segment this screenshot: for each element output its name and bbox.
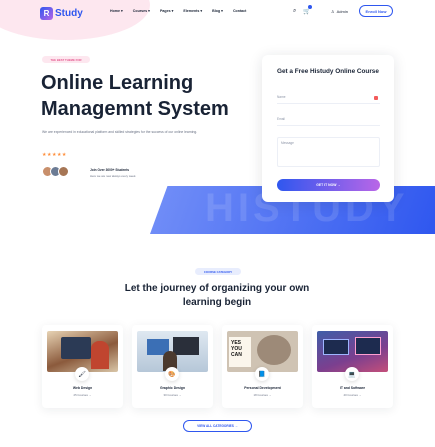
required-icon [374,96,378,100]
category-card[interactable]: 🖌 Web Design 25 Courses → [42,325,123,408]
hero-title: Online Learning Managemnt System [41,72,229,120]
category-image [317,331,388,372]
category-image: YES YOU CAN [227,331,298,372]
category-card[interactable]: 🎨 Graphic Design 30 Courses → [132,325,213,408]
nav-item-blog[interactable]: Blog ▾ [212,9,223,13]
nav-item-elements[interactable]: Elements ▾ [183,9,202,13]
nav-item-contact[interactable]: Contact [233,9,246,13]
enroll-now-button[interactable]: Enroll Now [359,5,393,17]
category-name: Graphic Design [159,386,186,390]
category-count: 40 Courses → [343,393,362,397]
category-image [47,331,118,372]
category-card[interactable]: 💻 IT and Software 40 Courses → [312,325,393,408]
message-placeholder: Message [281,141,294,145]
join-title: Join Over 3000+ Students [90,168,130,172]
category-title: Let the journey of organizing your own l… [124,283,310,308]
name-placeholder: Name [277,95,286,99]
hero-subtitle: We are experienced in educational platfo… [42,130,198,134]
category-name: Web Design [72,386,93,390]
category-count: 25 Courses → [73,393,92,397]
get-it-now-button[interactable]: GET IT NOW → [277,179,380,191]
graphic-design-icon: 🎨 [165,367,179,381]
form-title: Get a Free Histudy Online Course [277,68,379,75]
category-count: 18 Courses → [253,393,272,397]
category-name: Personal Development [244,386,281,390]
hero-tag: THE BEST THEME FOR [42,56,90,63]
logo-text: Study [55,7,83,19]
it-software-icon: 💻 [345,367,359,381]
category-card[interactable]: YES YOU CAN 📘 Personal Development 18 Cour… [222,325,303,408]
message-field[interactable]: Message [277,137,380,167]
avatar [58,166,69,177]
free-course-form: Get a Free Histudy Online Course Name Em… [262,55,394,202]
student-avatars [42,166,69,177]
main-nav: Home ▾ Courses ▾ Pages ▾ Elements ▾ Blog… [110,9,246,13]
personal-development-icon: 📘 [255,367,269,381]
logo-mark-icon: R [40,6,53,20]
category-count: 30 Courses → [163,393,182,397]
header-icons: ⌕ 🛒 [293,5,313,15]
nav-item-pages[interactable]: Pages ▾ [160,9,173,13]
rating-stars: ★★★★★ [42,152,67,158]
email-placeholder: Email [277,117,285,121]
user-icon: ♙ [331,9,335,14]
category-tag: COURSE CATEGORY [195,268,241,275]
search-icon[interactable]: ⌕ [293,8,296,15]
nav-item-home[interactable]: Home ▾ [110,9,123,13]
nav-item-courses[interactable]: Courses ▾ [133,9,150,13]
email-field[interactable]: Email [277,115,380,126]
category-image [137,331,208,372]
name-field[interactable]: Name [277,93,380,104]
view-all-categories-button[interactable]: VIEW ALL CATEGORIES → [183,420,252,432]
web-design-icon: 🖌 [75,367,89,381]
admin-link[interactable]: ♙ Admin [331,9,348,14]
join-subtitle: Here we are new always every week. [90,174,137,178]
logo[interactable]: R Study [40,6,83,20]
cart-icon[interactable]: 🛒 [303,5,313,15]
admin-label: Admin [336,9,348,14]
category-name: IT and Software [339,386,366,390]
